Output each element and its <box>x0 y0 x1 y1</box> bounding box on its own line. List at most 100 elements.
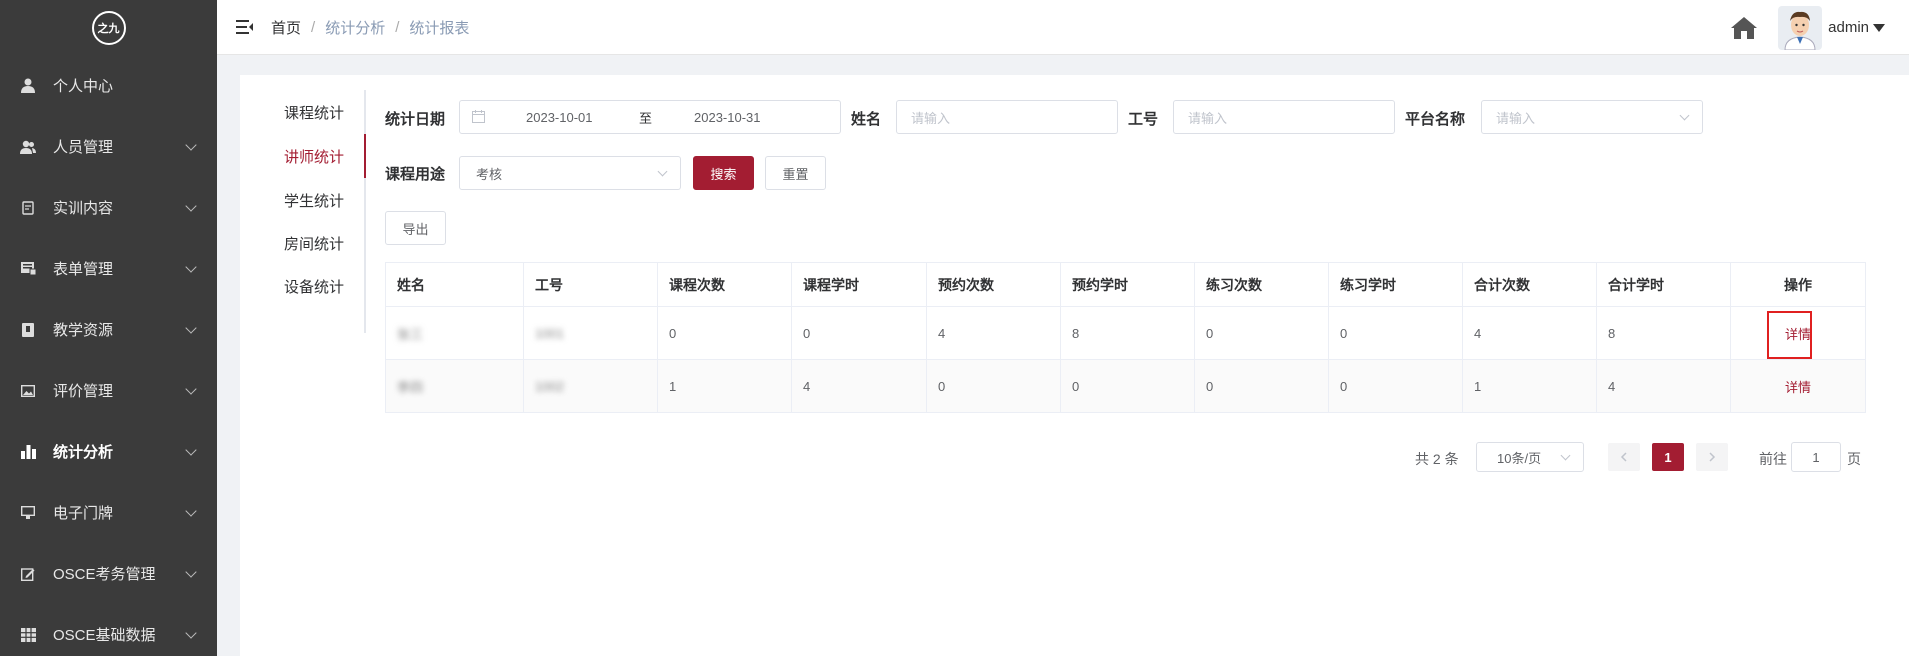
home-icon[interactable] <box>1730 14 1758 42</box>
breadcrumb-separator: / <box>311 18 316 36</box>
form-icon <box>20 261 36 277</box>
user-name[interactable]: admin <box>1828 19 1869 36</box>
breadcrumb-statistics: 统计分析 <box>325 19 386 37</box>
employee-id-label: 工号 <box>1128 111 1159 128</box>
sidebar-item-label: OSCE考务管理 <box>53 566 156 583</box>
cell-name-text: 李四 <box>397 379 424 395</box>
header-user-area: admin <box>1730 0 1885 55</box>
page-size-value: 10条/页 <box>1497 450 1542 466</box>
sidebar-item-osce-basic-data[interactable]: OSCE基础数据 <box>0 604 217 656</box>
goto-page-value: 1 <box>1812 449 1820 465</box>
date-range-separator: 至 <box>639 110 653 126</box>
cell-booking-count: 0 <box>927 360 1061 413</box>
detail-link[interactable]: 详情 <box>1785 377 1811 396</box>
page-number-button[interactable]: 1 <box>1652 443 1684 471</box>
subnav-device-stats[interactable]: 设备统计 <box>284 276 344 297</box>
cell-booking-hours: 8 <box>1061 307 1195 360</box>
chevron-down-icon <box>1560 450 1571 461</box>
employee-id-input[interactable]: 请输入 <box>1173 100 1395 134</box>
calendar-icon <box>472 110 486 124</box>
subnav-lecturer-stats[interactable]: 讲师统计 <box>284 146 344 167</box>
sidebar-item-personal-center[interactable]: 个人中心 <box>0 55 217 116</box>
logo[interactable]: 之九 <box>0 0 217 55</box>
cell-total-count: 4 <box>1463 307 1597 360</box>
column-header: 课程次数 <box>658 263 792 307</box>
chevron-down-icon <box>1679 110 1690 121</box>
sidebar-item-label: 人员管理 <box>53 139 114 156</box>
cell-booking-hours: 0 <box>1061 360 1195 413</box>
sidebar-item-form-management[interactable]: 表单管理 <box>0 238 217 299</box>
name-label: 姓名 <box>851 111 882 128</box>
chevron-down-icon <box>185 199 197 212</box>
column-header: 合计次数 <box>1463 263 1597 307</box>
date-start-input[interactable]: 2023-10-01 <box>526 110 593 125</box>
reset-button[interactable]: 重置 <box>765 156 826 190</box>
cell-practice-hours: 0 <box>1329 360 1463 413</box>
table-row: 李四 1002 1 4 0 0 0 0 1 4 详情 <box>386 360 1866 413</box>
name-input[interactable]: 请输入 <box>896 100 1118 134</box>
course-purpose-label: 课程用途 <box>385 166 446 183</box>
page-size-select[interactable]: 10条/页 <box>1476 442 1584 472</box>
goto-page-input[interactable]: 1 <box>1791 442 1841 472</box>
collapse-menu-icon[interactable] <box>236 20 254 34</box>
sidebar-item-osce-exam-management[interactable]: OSCE考务管理 <box>0 543 217 604</box>
chevron-right-icon <box>1709 452 1716 462</box>
subnav-room-stats[interactable]: 房间统计 <box>284 233 344 254</box>
subnav-course-stats[interactable]: 课程统计 <box>284 102 344 123</box>
users-icon <box>20 139 36 155</box>
caret-down-icon[interactable] <box>1873 23 1885 32</box>
cell-booking-count: 4 <box>927 307 1061 360</box>
top-header: 首页 / 统计分析 / 统计报表 admin <box>217 0 1909 55</box>
subnav-active-indicator <box>364 134 366 178</box>
goto-suffix: 页 <box>1847 451 1861 467</box>
cell-id-text: 1001 <box>535 325 564 341</box>
cell-name-text: 张三 <box>397 326 424 342</box>
chevron-down-icon <box>185 626 197 639</box>
platform-label: 平台名称 <box>1405 111 1466 128</box>
course-purpose-select[interactable]: 考核 <box>459 156 681 190</box>
sidebar-item-training-content[interactable]: 实训内容 <box>0 177 217 238</box>
subnav-student-stats[interactable]: 学生统计 <box>284 190 344 211</box>
date-range-picker[interactable]: 2023-10-01 至 2023-10-31 <box>459 100 841 134</box>
search-button[interactable]: 搜索 <box>693 156 754 190</box>
lecturer-stats-table: 姓名 工号 课程次数 课程学时 预约次数 预约学时 练习次数 练习学时 合计次数… <box>385 262 1866 413</box>
chevron-down-icon <box>657 166 668 177</box>
prev-page-button[interactable] <box>1608 443 1640 471</box>
sidebar-item-electronic-doorplate[interactable]: 电子门牌 <box>0 482 217 543</box>
cell-name: 李四 <box>386 360 524 413</box>
chevron-down-icon <box>185 443 197 456</box>
date-label: 统计日期 <box>385 111 446 128</box>
breadcrumb: 首页 / 统计分析 / 统计报表 <box>271 17 469 38</box>
column-header: 工号 <box>524 263 658 307</box>
sidebar-item-statistics[interactable]: 统计分析 <box>0 421 217 482</box>
cell-actions: 详情 <box>1731 360 1866 413</box>
export-button[interactable]: 导出 <box>385 211 446 245</box>
highlight-box <box>1767 311 1812 359</box>
sidebar-item-staff-management[interactable]: 人员管理 <box>0 116 217 177</box>
chevron-down-icon <box>185 321 197 334</box>
column-header: 姓名 <box>386 263 524 307</box>
table-header-row: 姓名 工号 课程次数 课程学时 预约次数 预约学时 练习次数 练习学时 合计次数… <box>386 263 1866 307</box>
sidebar-item-evaluation-management[interactable]: 评价管理 <box>0 360 217 421</box>
chevron-down-icon <box>185 382 197 395</box>
chevron-down-icon <box>185 504 197 517</box>
avatar[interactable] <box>1778 5 1823 50</box>
breadcrumb-separator: / <box>395 18 400 36</box>
breadcrumb-home[interactable]: 首页 <box>271 17 301 38</box>
column-header: 练习次数 <box>1195 263 1329 307</box>
column-header: 预约学时 <box>1061 263 1195 307</box>
image-icon <box>20 383 36 399</box>
next-page-button[interactable] <box>1696 443 1728 471</box>
platform-select[interactable]: 请输入 <box>1481 100 1703 134</box>
main-panel: 课程统计 讲师统计 学生统计 房间统计 设备统计 统计日期 2023-10-01… <box>240 75 1909 656</box>
date-end-input[interactable]: 2023-10-31 <box>694 110 761 125</box>
cell-id-text: 1002 <box>535 378 564 394</box>
sidebar-item-label: 表单管理 <box>53 261 114 278</box>
sidebar-item-teaching-resources[interactable]: 教学资源 <box>0 299 217 360</box>
cell-total-count: 1 <box>1463 360 1597 413</box>
cell-id: 1002 <box>524 360 658 413</box>
cell-course-count: 1 <box>658 360 792 413</box>
course-purpose-value: 考核 <box>476 166 503 182</box>
pagination-total: 共 2 条 <box>1415 451 1459 467</box>
stats-subnav: 课程统计 讲师统计 学生统计 房间统计 设备统计 <box>240 90 366 333</box>
